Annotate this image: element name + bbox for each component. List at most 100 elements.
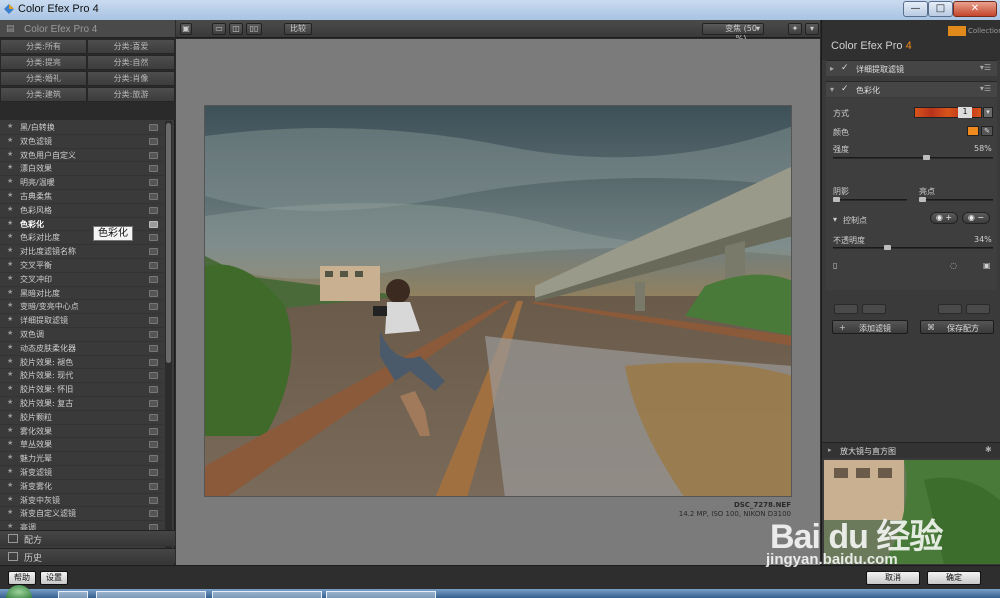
category-portrait[interactable]: 分类:肖像 [87,71,175,86]
save-recipe-button[interactable]: ⌘ 保存配方 [920,320,994,334]
color-swatch[interactable] [967,126,979,136]
cancel-button[interactable]: 取消 [866,571,920,585]
star-icon[interactable]: ★ [7,439,13,447]
add-to-favorites-icon[interactable] [149,496,158,504]
eyedropper-icon[interactable]: ✎ [981,126,993,136]
single-view-button[interactable]: ▭ [212,23,226,35]
add-to-favorites-icon[interactable] [149,372,158,380]
filter-list-item[interactable]: ★ 胶片效果: 褪色 [0,356,163,370]
filter-stack-item-colorize[interactable]: ▾ ✓ 色彩化 ▾☰ [826,81,997,97]
delete-filter-button[interactable] [834,304,858,314]
settings-button[interactable]: 设置 [40,571,68,585]
star-icon[interactable]: ★ [7,219,13,227]
recipe-options-button[interactable] [966,304,990,314]
add-to-favorites-icon[interactable] [149,124,158,131]
star-icon[interactable]: ★ [7,467,13,475]
add-to-favorites-icon[interactable] [149,386,158,394]
star-icon[interactable]: ★ [7,122,13,130]
star-icon[interactable]: ★ [7,191,13,199]
maximize-button[interactable]: □ [928,1,953,17]
highlights-slider-knob[interactable] [919,197,926,202]
filter-list-item[interactable]: ★ 渐变滤镜 [0,466,163,480]
taskbar-item[interactable] [96,591,206,598]
highlights-slider[interactable] [919,197,993,202]
tab-history[interactable]: 历史 [0,548,175,564]
chevron-down-icon[interactable]: ▾ [983,107,993,118]
add-filter-button[interactable]: + 添加滤镜 [832,320,908,334]
zoom-dropdown[interactable]: 变焦 (50 %) ▾ [702,23,764,43]
category-favorites[interactable]: 分类:喜爱 [87,39,175,54]
filter-list-item[interactable]: ★ 胶片颗粒 [0,411,163,425]
filter-list-item[interactable]: ★ 黑/白转换 [0,121,163,135]
category-all[interactable]: 分类:所有 [0,39,87,54]
collapse-triangle-icon[interactable]: ▾ [830,85,834,94]
filter-list-item[interactable]: ★ 草丛效果 [0,438,163,453]
star-icon[interactable]: ★ [7,232,13,240]
filter-list-item[interactable]: ★ 色彩对比度 [0,231,163,246]
category-architecture[interactable]: 分类:建筑 [0,87,87,102]
add-to-favorites-icon[interactable] [149,275,158,283]
help-button[interactable]: 帮助 [8,571,36,585]
loupe-preview[interactable] [824,460,1000,564]
filter-list-item[interactable]: ★ 交叉平衡 [0,259,163,273]
add-to-favorites-icon[interactable] [149,192,158,200]
duplicate-filter-button[interactable] [862,304,886,314]
preview-photo[interactable] [204,105,792,497]
star-icon[interactable]: ★ [7,453,13,461]
add-to-favorites-icon[interactable] [149,482,158,490]
close-button[interactable]: ✕ [953,1,997,17]
star-icon[interactable]: ★ [7,136,13,144]
add-to-favorites-icon[interactable] [149,344,158,352]
control-points-toggle-icon[interactable]: ▾ [833,215,837,224]
star-icon[interactable]: ★ [7,205,13,213]
add-to-favorites-icon[interactable] [149,455,158,463]
mask-icon[interactable]: ▣ [983,261,991,270]
filter-list-item[interactable]: ★ 古典柔焦 [0,190,163,204]
filter-list-item[interactable]: ★ 交叉冲印 [0,273,163,287]
filter-list-item[interactable]: ★ 渐变中灰镜 [0,494,163,508]
star-icon[interactable]: ★ [7,522,13,530]
opacity-slider-knob[interactable] [884,245,891,250]
add-to-favorites-icon[interactable] [149,303,158,311]
filter-list-item[interactable]: ★ 胶片效果: 现代 [0,369,163,384]
category-wedding[interactable]: 分类:婚礼 [0,71,87,86]
filter-menu-icon[interactable]: ▾☰ [980,84,991,93]
add-to-favorites-icon[interactable] [149,261,158,269]
star-icon[interactable]: ★ [7,260,13,268]
tab-recipe[interactable]: 配方 [0,530,175,546]
add-to-favorites-icon[interactable] [149,427,158,435]
target-icon[interactable]: ◌ [950,261,957,270]
star-icon[interactable]: ★ [7,163,13,171]
star-icon[interactable]: ★ [7,150,13,158]
filter-stack-item-detail-extractor[interactable]: ▸ ✓ 详细提取滤镜 ▾☰ [826,60,997,76]
add-to-favorites-icon[interactable] [149,234,158,242]
add-to-favorites-icon[interactable] [149,510,158,518]
side-by-side-view-button[interactable]: ▯▯ [246,23,262,35]
shadows-slider-knob[interactable] [833,197,840,202]
add-to-favorites-icon[interactable] [149,468,158,476]
taskbar-item[interactable] [212,591,322,598]
expand-triangle-icon[interactable]: ▸ [828,446,832,454]
star-icon[interactable]: ★ [7,301,13,309]
preview-canvas[interactable]: DSC_7278.NEF 14.2 MP, ISO 100, NIKON D31… [176,39,820,565]
add-recipe-button[interactable] [938,304,962,314]
filter-list-item[interactable]: ★ 变暗/变亮中心点 [0,300,163,315]
add-to-favorites-icon[interactable] [149,441,158,449]
filter-list-item[interactable]: ★ 对比度滤镜名称 [0,245,163,259]
add-to-favorites-icon[interactable] [149,220,158,228]
strength-slider[interactable] [833,155,993,160]
star-icon[interactable]: ★ [7,384,13,392]
filter-list-item[interactable]: ★ 黑暗对比度 [0,287,163,301]
star-icon[interactable]: ★ [7,177,13,185]
shadows-slider[interactable] [833,197,907,202]
compare-button[interactable]: 比较 [284,23,312,35]
filter-list-item[interactable]: ★ 漂白效果 [0,162,163,177]
add-to-favorites-icon[interactable] [149,317,158,325]
filter-list-scrollbar[interactable] [165,121,172,550]
category-travel[interactable]: 分类:旅游 [87,87,175,102]
filter-list-item[interactable]: ★ 动态皮肤柔化器 [0,342,163,356]
filter-menu-icon[interactable]: ▾☰ [980,63,991,72]
add-to-favorites-icon[interactable] [149,330,158,338]
add-to-favorites-icon[interactable] [149,399,158,407]
filter-list-item[interactable]: ★ 详细提取滤镜 [0,314,163,328]
